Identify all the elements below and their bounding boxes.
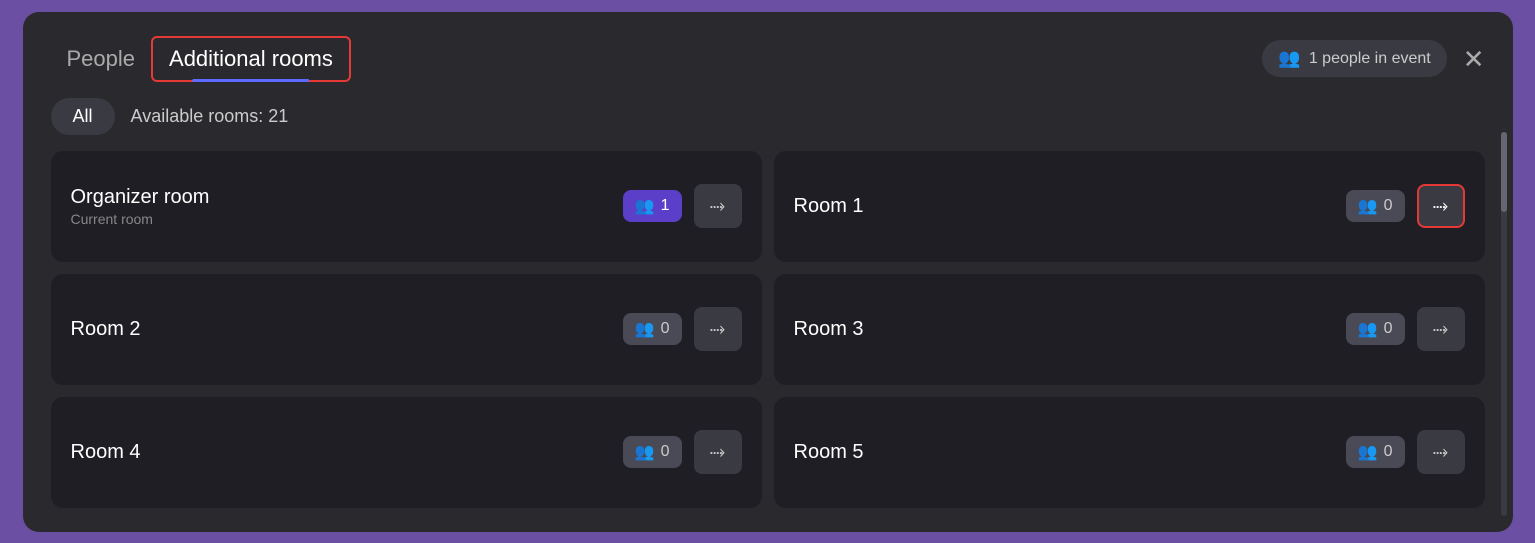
tab-additional-rooms[interactable]: Additional rooms bbox=[151, 36, 351, 82]
people-count-value-room2: 0 bbox=[661, 320, 670, 338]
people-count-value-room5: 0 bbox=[1384, 443, 1393, 461]
scrollbar-track[interactable] bbox=[1501, 132, 1507, 516]
all-filter-label: All bbox=[73, 106, 93, 126]
close-icon: ✕ bbox=[1463, 44, 1485, 74]
tab-rooms-label: Additional rooms bbox=[169, 46, 333, 71]
people-icon-room5: 👥 bbox=[1358, 442, 1378, 462]
scrollbar-thumb[interactable] bbox=[1501, 132, 1507, 212]
room-name-room1: Room 1 bbox=[794, 195, 1334, 218]
people-badge-icon: 👥 bbox=[1278, 48, 1300, 69]
room-name-room2: Room 2 bbox=[71, 318, 611, 341]
header: People Additional rooms 👥 1 people in ev… bbox=[51, 36, 1485, 82]
filter-bar: All Available rooms: 21 bbox=[51, 98, 1485, 135]
room-name-room5: Room 5 bbox=[794, 441, 1334, 464]
enter-button-room1[interactable]: ⤑ bbox=[1417, 184, 1465, 228]
people-count-room4: 👥 0 bbox=[623, 436, 682, 468]
all-filter-button[interactable]: All bbox=[51, 98, 115, 135]
close-button[interactable]: ✕ bbox=[1463, 46, 1485, 72]
people-icon-room2: 👥 bbox=[635, 319, 655, 339]
people-icon-room4: 👥 bbox=[635, 442, 655, 462]
room-info-room2: Room 2 bbox=[71, 318, 611, 341]
people-count-value-room1: 0 bbox=[1384, 197, 1393, 215]
enter-button-room4[interactable]: ⤑ bbox=[694, 430, 742, 474]
enter-button-room3[interactable]: ⤑ bbox=[1417, 307, 1465, 351]
room-card-room1: Room 1 👥 0 ⤑ bbox=[774, 151, 1485, 262]
people-icon-organizer: 👥 bbox=[635, 196, 655, 216]
people-in-event-badge[interactable]: 👥 1 people in event bbox=[1262, 40, 1446, 77]
room-info-room5: Room 5 bbox=[794, 441, 1334, 464]
room-info-room3: Room 3 bbox=[794, 318, 1334, 341]
people-badge-label: 1 people in event bbox=[1309, 50, 1431, 68]
people-icon-room1: 👥 bbox=[1358, 196, 1378, 216]
enter-button-organizer[interactable]: ⤑ bbox=[694, 184, 742, 228]
room-card-room5: Room 5 👥 0 ⤑ bbox=[774, 397, 1485, 508]
room-info-room4: Room 4 bbox=[71, 441, 611, 464]
room-card-room4: Room 4 👥 0 ⤑ bbox=[51, 397, 762, 508]
room-name-organizer: Organizer room bbox=[71, 186, 611, 209]
room-info-organizer: Organizer room Current room bbox=[71, 186, 611, 227]
room-card-room3: Room 3 👥 0 ⤑ bbox=[774, 274, 1485, 385]
room-card-room2: Room 2 👥 0 ⤑ bbox=[51, 274, 762, 385]
rooms-grid: Organizer room Current room 👥 1 ⤑ Room 1… bbox=[51, 151, 1485, 508]
enter-button-room2[interactable]: ⤑ bbox=[694, 307, 742, 351]
room-card-organizer: Organizer room Current room 👥 1 ⤑ bbox=[51, 151, 762, 262]
enter-button-room5[interactable]: ⤑ bbox=[1417, 430, 1465, 474]
rooms-panel: People Additional rooms 👥 1 people in ev… bbox=[23, 12, 1513, 532]
people-count-value-room3: 0 bbox=[1384, 320, 1393, 338]
tab-people-label: People bbox=[67, 46, 136, 71]
people-count-room5: 👥 0 bbox=[1346, 436, 1405, 468]
header-right: 👥 1 people in event ✕ bbox=[1262, 40, 1484, 77]
people-count-room2: 👥 0 bbox=[623, 313, 682, 345]
people-count-value-room4: 0 bbox=[661, 443, 670, 461]
people-icon-room3: 👥 bbox=[1358, 319, 1378, 339]
tab-people[interactable]: People bbox=[51, 38, 152, 80]
available-rooms-text: Available rooms: 21 bbox=[131, 106, 289, 127]
people-count-value-organizer: 1 bbox=[661, 197, 670, 215]
room-name-room4: Room 4 bbox=[71, 441, 611, 464]
room-subtitle-organizer: Current room bbox=[71, 211, 611, 227]
people-count-room1: 👥 0 bbox=[1346, 190, 1405, 222]
people-count-organizer: 👥 1 bbox=[623, 190, 682, 222]
people-count-room3: 👥 0 bbox=[1346, 313, 1405, 345]
room-info-room1: Room 1 bbox=[794, 195, 1334, 218]
room-name-room3: Room 3 bbox=[794, 318, 1334, 341]
